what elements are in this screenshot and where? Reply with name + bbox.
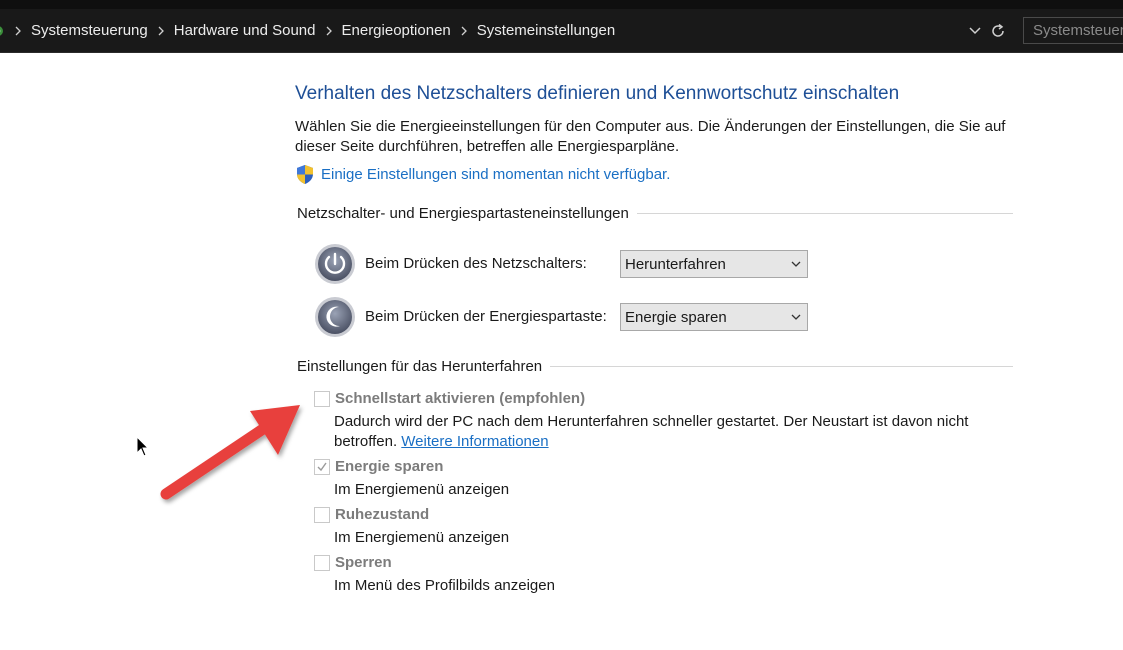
group-heading-label: Einstellungen für das Herunterfahren	[297, 357, 543, 375]
mouse-cursor-icon	[136, 436, 150, 457]
sleep-checkbox[interactable]	[314, 459, 330, 475]
select-value: Energie sparen	[625, 309, 727, 326]
chevron-right-icon[interactable]	[154, 9, 168, 53]
lock-checkbox[interactable]	[314, 555, 330, 571]
description-line: betroffen. Weitere Informationen	[334, 432, 968, 452]
breadcrumb-systemsteuerung[interactable]: Systemsteuerung	[25, 9, 154, 53]
address-history-button[interactable]	[964, 9, 986, 53]
option-description: Dadurch wird der PC nach dem Herunterfah…	[334, 412, 968, 452]
chevron-right-icon[interactable]	[457, 9, 471, 53]
window-top-strip	[0, 0, 1123, 9]
power-button-icon	[315, 244, 355, 284]
power-button-action-select[interactable]: Herunterfahren	[620, 250, 808, 278]
refresh-icon	[992, 23, 1004, 37]
uac-settings-link[interactable]: Einige Einstellungen sind momentan nicht…	[295, 164, 670, 185]
refresh-button[interactable]	[987, 9, 1009, 53]
option-title: Sperren	[335, 554, 392, 571]
option-description: Im Menü des Profilbilds anzeigen	[334, 577, 555, 594]
breadcrumb: Systemsteuerung Hardware und Sound Energ…	[0, 9, 621, 53]
sleep-button-label: Beim Drücken der Energiespartaste:	[365, 308, 607, 325]
chevron-right-icon[interactable]	[322, 9, 336, 53]
uac-link-text[interactable]: Einige Einstellungen sind momentan nicht…	[321, 166, 670, 183]
description-text: betroffen.	[334, 433, 398, 450]
option-description: Im Energiemenü anzeigen	[334, 481, 510, 498]
page-title: Verhalten des Netzschalters definieren u…	[295, 83, 900, 104]
power-button-settings-heading: Netzschalter- und Energiespartasteneinst…	[297, 203, 1013, 223]
chevron-down-icon	[791, 261, 801, 267]
breadcrumb-systemeinstellungen[interactable]: Systemeinstellungen	[471, 9, 621, 53]
address-bar: Systemsteuerung Hardware und Sound Energ…	[0, 9, 1123, 53]
annotation-arrow	[160, 405, 300, 500]
option-description: Im Energiemenü anzeigen	[334, 529, 510, 546]
more-info-link[interactable]: Weitere Informationen	[401, 433, 548, 450]
chevron-right-icon	[11, 9, 25, 53]
option-title: Schnellstart aktivieren (empfohlen)	[335, 390, 586, 407]
checkmark-icon	[317, 462, 327, 472]
search-input[interactable]: Systemsteuerung durchsuchen	[1023, 17, 1123, 44]
chevron-down-icon	[969, 27, 981, 35]
hibernate-checkbox[interactable]	[314, 507, 330, 523]
breadcrumb-hardware-und-sound[interactable]: Hardware und Sound	[168, 9, 322, 53]
sleep-button-action-select[interactable]: Energie sparen	[620, 303, 808, 331]
group-heading-label: Netzschalter- und Energiespartasteneinst…	[297, 204, 629, 222]
divider	[550, 365, 1013, 367]
uac-shield-icon	[297, 165, 313, 184]
option-title: Energie sparen	[335, 458, 444, 475]
divider	[636, 212, 1013, 214]
page-description: Wählen Sie die Energieeinstellungen für …	[295, 118, 1006, 155]
description-line: Dadurch wird der PC nach dem Herunterfah…	[334, 413, 969, 430]
chevron-down-icon	[791, 314, 801, 320]
select-value: Herunterfahren	[625, 256, 726, 273]
option-title: Ruhezustand	[335, 506, 430, 523]
power-button-label: Beim Drücken des Netzschalters:	[365, 255, 587, 272]
sleep-button-icon	[315, 297, 355, 337]
sleep-button-row: Beim Drücken der Energiespartaste:	[314, 296, 607, 338]
fast-startup-checkbox[interactable]	[314, 391, 330, 407]
shutdown-settings-heading: Einstellungen für das Herunterfahren	[297, 356, 1013, 376]
breadcrumb-energieoptionen[interactable]: Energieoptionen	[336, 9, 457, 53]
power-button-row: Beim Drücken des Netzschalters:	[314, 243, 587, 285]
